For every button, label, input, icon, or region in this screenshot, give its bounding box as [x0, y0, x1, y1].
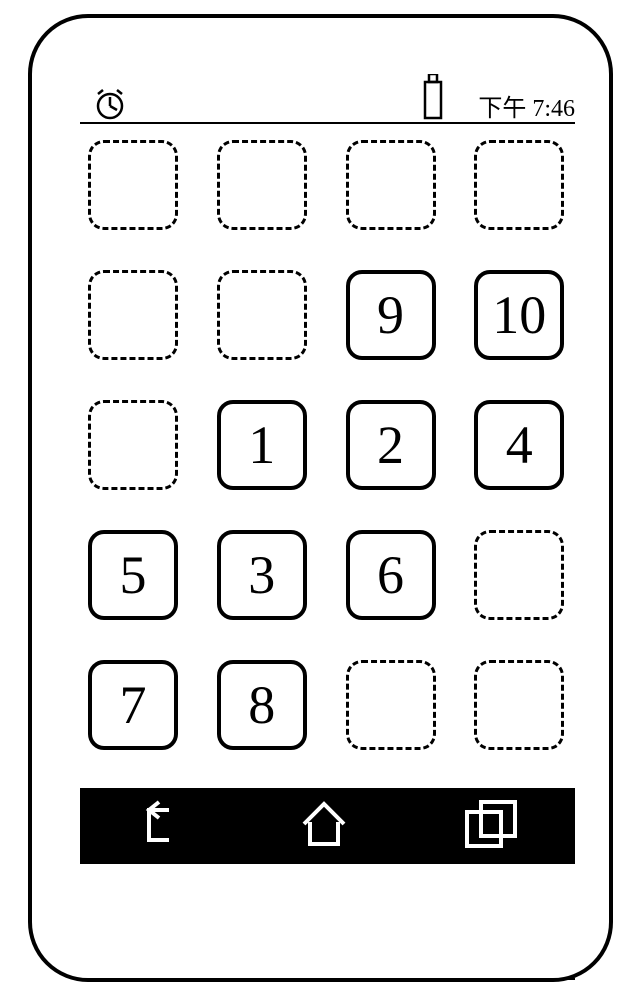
status-time: 下午 7:46 — [478, 88, 575, 123]
device-frame: 下午 7:46 9 10 1 2 4 5 3 6 7 8 — [28, 14, 613, 982]
recent-icon[interactable] — [461, 798, 521, 855]
grid-slot[interactable] — [474, 140, 564, 230]
nav-bar — [80, 788, 575, 864]
grid-slot[interactable] — [346, 140, 436, 230]
status-bar: 下午 7:46 — [80, 98, 575, 124]
grid-slot[interactable] — [88, 270, 178, 360]
app-icon-3[interactable]: 3 — [217, 530, 307, 620]
app-icon-7[interactable]: 7 — [88, 660, 178, 750]
app-grid: 9 10 1 2 4 5 3 6 7 8 — [80, 140, 575, 750]
battery-icon — [419, 74, 447, 125]
grid-slot[interactable] — [474, 660, 564, 750]
screen-border — [80, 978, 575, 980]
app-icon-10[interactable]: 10 — [474, 270, 564, 360]
grid-slot[interactable] — [474, 530, 564, 620]
back-icon[interactable] — [135, 798, 187, 855]
alarm-icon — [92, 86, 128, 127]
app-icon-9[interactable]: 9 — [346, 270, 436, 360]
grid-slot[interactable] — [217, 270, 307, 360]
app-icon-2[interactable]: 2 — [346, 400, 436, 490]
app-icon-4[interactable]: 4 — [474, 400, 564, 490]
grid-slot[interactable] — [346, 660, 436, 750]
grid-slot[interactable] — [88, 400, 178, 490]
home-icon[interactable] — [296, 796, 352, 857]
app-icon-5[interactable]: 5 — [88, 530, 178, 620]
app-icon-8[interactable]: 8 — [217, 660, 307, 750]
app-icon-6[interactable]: 6 — [346, 530, 436, 620]
app-icon-1[interactable]: 1 — [217, 400, 307, 490]
grid-slot[interactable] — [88, 140, 178, 230]
grid-slot[interactable] — [217, 140, 307, 230]
screen: 下午 7:46 9 10 1 2 4 5 3 6 7 8 — [80, 98, 575, 918]
